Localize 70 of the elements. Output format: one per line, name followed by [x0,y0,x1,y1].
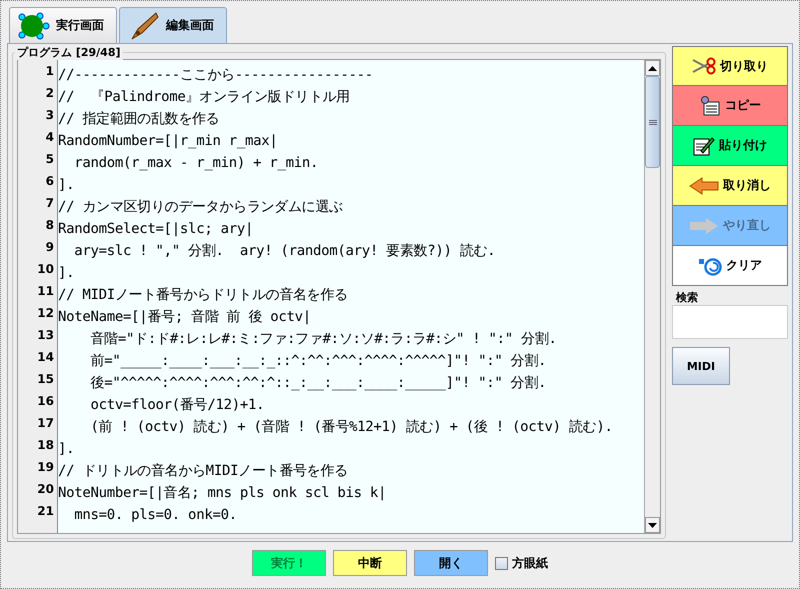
tool-button[interactable]: 取り消し [672,166,788,206]
checkbox-label: 方眼紙 [512,554,548,572]
checkbox[interactable] [495,556,508,570]
line-number: 19 [37,460,55,476]
line-number: 16 [37,394,55,410]
code-line: // 『Palindrome』オンライン版ドリトル用 [58,88,351,107]
code-line: random(r_max - r_min) + r_min. [73,154,320,173]
code-line: ]. [58,440,76,459]
line-number: 21 [37,504,55,520]
line-number: 20 [37,482,55,498]
code-line: 後="^^^^^:^^^^:^^^:^^:^::_:__:___:____:_____]"! ":" 分割. [90,374,548,393]
scrollbar[interactable] [644,60,660,533]
left-arrow-icon [689,176,719,194]
code-line: //-------------ここから----------------- [58,66,374,85]
tab[interactable]: 編集画面 [119,7,227,43]
code-line: (前 ! (octv) 読む) + (音階 ! (番号%12+1) 読む) + (後 ! (octv) 読む). [90,418,614,437]
tool-button[interactable]: クリア [672,246,788,286]
code-editor[interactable] [17,59,661,534]
line-number: 7 [46,196,55,212]
code-line: NoteNumber=[|音名; mns pls onk scl bis k| [58,484,388,503]
line-number: 12 [37,306,55,322]
search-title: 検索 [676,290,698,305]
code-line: RandomNumber=[|r_min r_max| [58,132,278,151]
line-number: 5 [46,152,55,168]
code-line: 音階="ド:ド#:レ:レ#:ミ:ファ:ファ#:ソ:ソ#:ラ:ラ#:シ" ! ":" 分割. [90,330,558,349]
code-line: octv=floor(番号/12)+1. [90,396,266,415]
notepad-pencil-icon [693,136,715,156]
tool-button[interactable]: 切り取り [672,46,788,86]
midi-button[interactable]: MIDI [672,347,730,385]
right-arrow-icon [689,216,719,234]
line-number: 13 [37,328,55,344]
clipboard-icon [699,96,721,116]
search-field[interactable] [672,305,788,339]
line-number: 1 [46,64,55,80]
tool-button[interactable]: 貼り付け [672,126,788,166]
line-number: 17 [37,416,55,432]
code-line: 前="_____:____:___:__:_::^:^^:^^^:^^^^:^^^^^]"! ":" 分割. [90,352,548,371]
line-number: 3 [46,108,55,124]
action-button[interactable]: 中断 [333,550,407,576]
line-number: 18 [37,438,55,454]
code-line: ]. [58,176,76,195]
line-number: 9 [46,240,55,256]
tab[interactable]: 実行画面 [9,7,117,43]
action-button[interactable]: 開く [414,550,488,576]
code-line: // MIDIノート番号からドリトルの音名を作る [58,286,349,305]
line-number: 11 [37,284,55,300]
line-number: 4 [46,130,55,146]
code-line: // ドリトルの音名からMIDIノート番号を作る [58,462,349,481]
tool-button[interactable]: コピー [672,86,788,126]
line-number: 8 [46,218,55,234]
code-line: RandomSelect=[|slc; ary| [58,220,254,239]
code-line: // 指定範囲の乱数を作る [58,110,220,129]
turtle-icon [16,10,50,40]
up-arrow-icon [648,66,657,70]
down-arrow-icon [648,522,657,528]
code-line: mns=0. pls=0. onk=0. [73,506,238,525]
line-number: 14 [37,350,55,366]
scroll-thumb[interactable] [645,76,660,168]
program-title: プログラム [29/48] [15,45,123,60]
scissors-icon [692,57,716,75]
code-line: // カンマ区切りのデータからランダムに選ぶ [58,198,344,217]
line-number: 2 [46,86,55,102]
code-line: ary=slc ! "," 分割. ary! (random(ary! 要素数?)) 読む. [73,242,496,261]
line-number: 6 [46,174,55,190]
line-number: 10 [37,262,55,278]
grip-icon [648,120,656,124]
line-number: 15 [37,372,55,388]
code-line: NoteName=[|番号; 音階 前 後 octv| [58,308,312,327]
spiral-icon [698,256,722,276]
code-line: ]. [58,264,76,283]
